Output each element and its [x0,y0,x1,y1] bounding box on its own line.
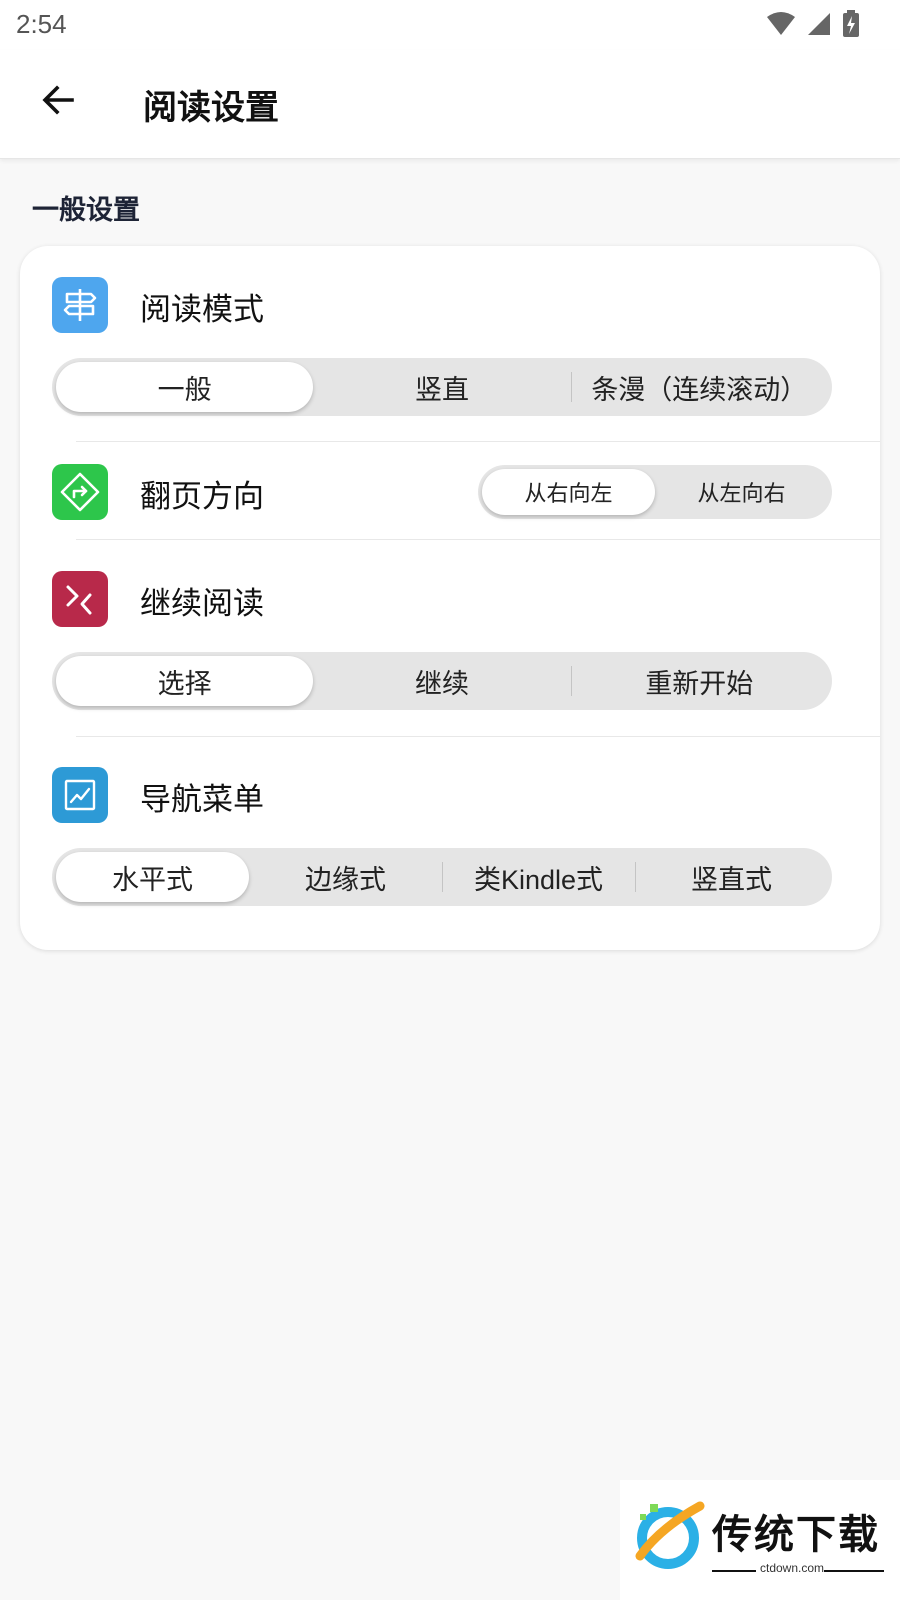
watermark-domain: ctdown.com [760,1561,825,1575]
reading-mode-option-webtoon[interactable]: 条漫（连续滚动） [570,362,828,412]
nav-menu-label: 导航菜单 [140,782,264,818]
continue-reading-label: 继续阅读 [140,586,264,622]
nav-menu-selector: 水平式 边缘式 类Kindle式 竖直式 [52,848,832,906]
reading-mode-option-normal[interactable]: 一般 [56,362,314,412]
chevrons-icon [52,571,108,627]
divider [824,1570,884,1572]
reading-mode-label: 阅读模式 [140,292,264,328]
divider [76,736,880,737]
nav-menu-option-edge[interactable]: 边缘式 [249,852,442,902]
continue-reading-option-choose[interactable]: 选择 [56,656,314,706]
signpost-icon [52,277,108,333]
status-bar: 2:54 [0,0,900,50]
line-chart-icon [52,767,108,823]
continue-reading-selector: 选择 继续 重新开始 [52,652,832,710]
wifi-icon [766,11,796,41]
page-direction-option-rtl[interactable]: 从右向左 [482,469,655,515]
reading-mode-option-vertical[interactable]: 竖直 [313,362,570,412]
signal-icon [806,11,832,41]
continue-reading-option-restart[interactable]: 重新开始 [570,656,828,706]
reading-mode-selector: 一般 竖直 条漫（连续滚动） [52,358,832,416]
divider [712,1570,756,1572]
direction-sign-icon [52,464,108,520]
watermark: 传统下载 ctdown.com [620,1480,900,1600]
page-direction-selector: 从右向左 从左向右 [478,465,832,519]
divider [76,539,880,540]
arrow-left-icon [40,82,76,122]
nav-menu-option-horizontal[interactable]: 水平式 [56,852,249,902]
status-time: 2:54 [16,9,67,39]
page-direction-option-ltr[interactable]: 从左向右 [655,469,828,515]
app-header: 阅读设置 [0,50,900,159]
battery-charging-icon [842,10,860,42]
status-icons [766,10,860,42]
watermark-brand: 传统下载 [712,1512,880,1558]
divider [76,441,880,442]
settings-card: 阅读模式 一般 竖直 条漫（连续滚动） 翻页方向 从右向左 从左向右 继续阅读 … [20,246,880,950]
nav-menu-option-kindle[interactable]: 类Kindle式 [442,852,635,902]
page-direction-label: 翻页方向 [140,479,264,515]
page-title: 阅读设置 [143,88,279,128]
continue-reading-option-continue[interactable]: 继续 [313,656,570,706]
section-title: 一般设置 [32,195,140,226]
nav-menu-option-vertical[interactable]: 竖直式 [635,852,828,902]
watermark-logo-icon [630,1498,706,1578]
back-button[interactable] [28,72,88,132]
